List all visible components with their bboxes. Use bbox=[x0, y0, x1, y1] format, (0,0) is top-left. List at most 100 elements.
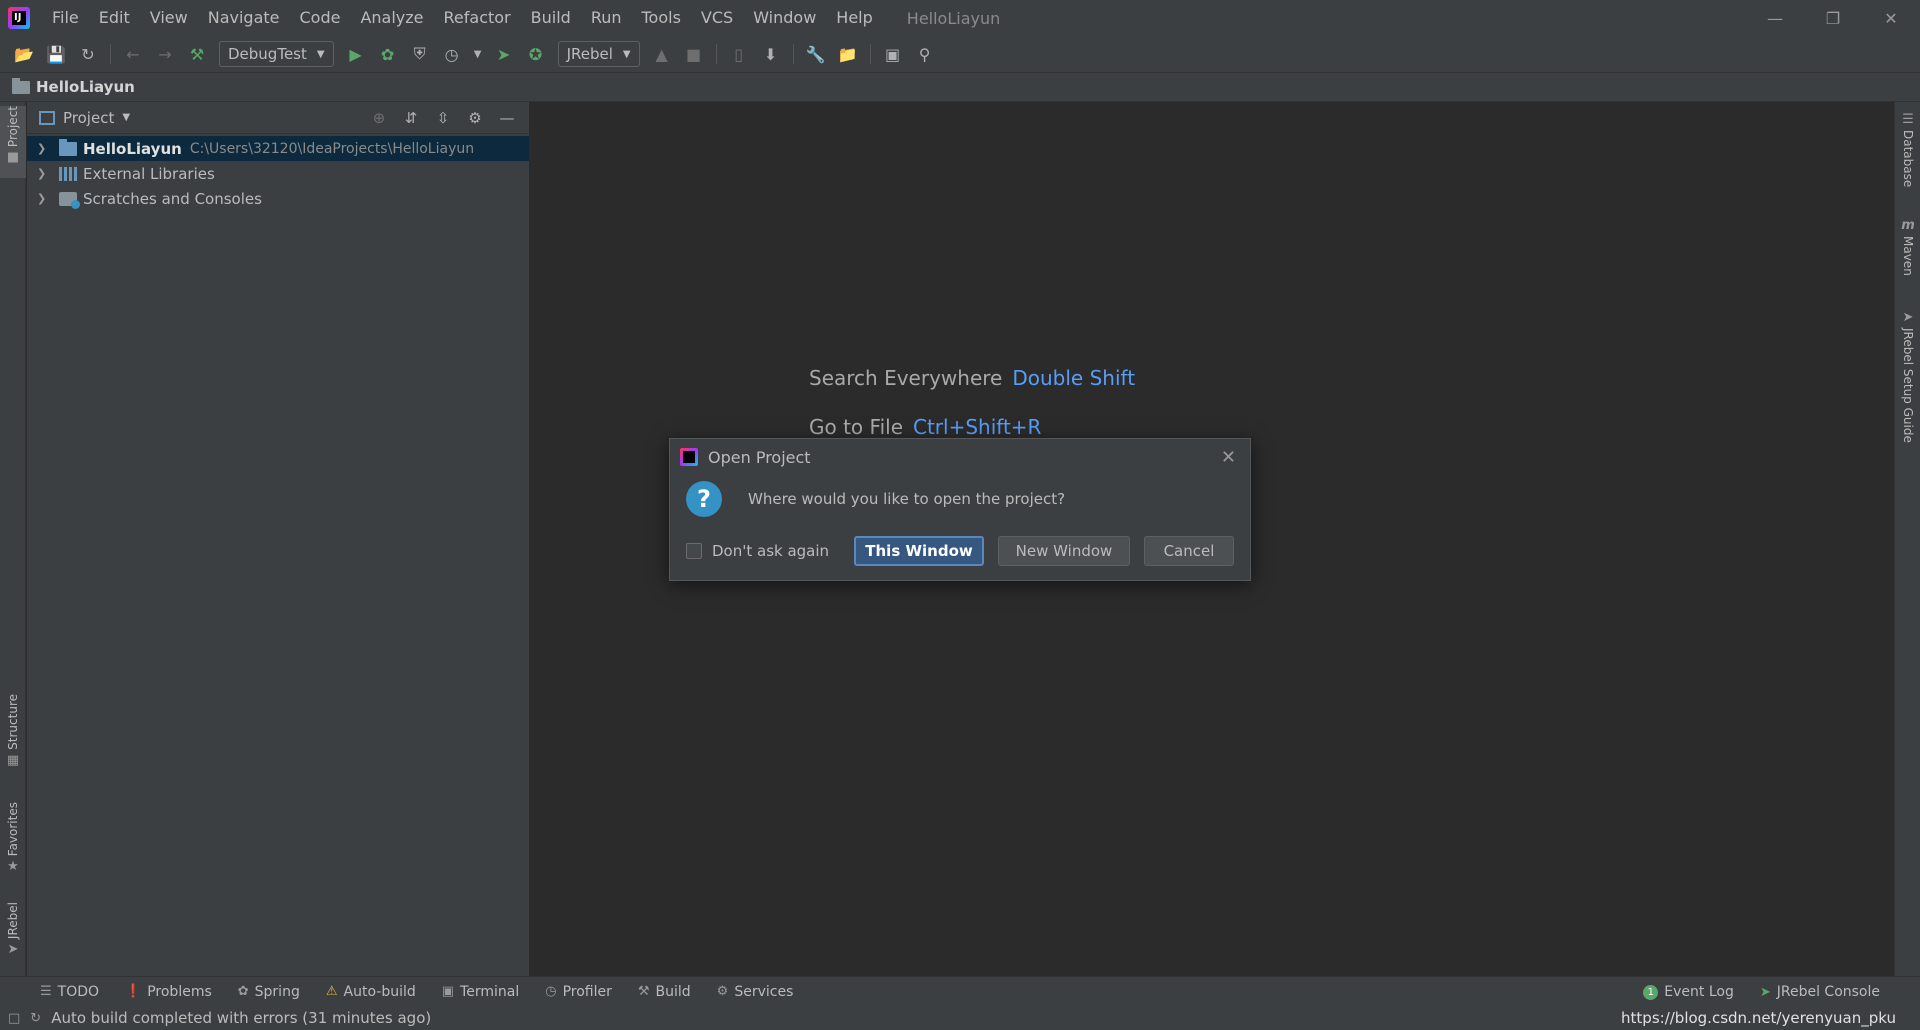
chevron-right-icon[interactable]: ❯ bbox=[37, 167, 51, 180]
tool-tab-terminal[interactable]: ▣ Terminal bbox=[442, 984, 519, 1000]
coverage-icon[interactable]: ⛨ bbox=[409, 43, 431, 65]
bottom-tool-bar: ☰ TODO ❗ Problems ✿ Spring ⚠ Auto-build ▣ Ter… bbox=[0, 976, 1920, 1006]
sdk-download-icon[interactable]: ⬇ bbox=[760, 43, 782, 65]
new-window-button[interactable]: New Window bbox=[998, 536, 1130, 566]
menu-run[interactable]: Run bbox=[581, 0, 632, 36]
tool-tab-favorites[interactable]: Favorites ★ bbox=[0, 802, 26, 882]
minimize-icon[interactable]: — bbox=[1746, 0, 1804, 36]
tool-tab-favorites-label: Favorites bbox=[6, 802, 20, 857]
gear-icon[interactable]: ⚙ bbox=[464, 107, 486, 129]
services-icon: ⚙ bbox=[716, 984, 729, 999]
tool-tab-maven-label: Maven bbox=[1901, 236, 1915, 276]
more-run-chevron-icon[interactable]: ▼ bbox=[473, 43, 483, 65]
presentation-icon[interactable]: ▣ bbox=[882, 43, 904, 65]
watermark-url: https://blog.csdn.net/yerenyuan_pku bbox=[1621, 1009, 1896, 1027]
hint-shortcut: Ctrl+Shift+R bbox=[913, 415, 1042, 439]
toggle-tool-windows-icon[interactable]: □ bbox=[8, 1011, 20, 1026]
tool-tab-todo[interactable]: ☰ TODO bbox=[40, 984, 99, 1000]
project-structure-icon[interactable]: 📁 bbox=[837, 43, 859, 65]
tool-tab-structure-label: Structure bbox=[6, 694, 20, 750]
open-folder-icon[interactable]: 📂 bbox=[13, 43, 35, 65]
tool-tab-services[interactable]: ⚙ Services bbox=[717, 984, 794, 1000]
project-panel-header: Project ▼ ⊕ ⇵ ⇳ ⚙ — bbox=[27, 102, 529, 134]
debug-bug-icon[interactable]: ✿ bbox=[377, 43, 399, 65]
menu-window[interactable]: Window bbox=[743, 0, 826, 36]
dont-ask-again-checkbox[interactable] bbox=[686, 543, 702, 559]
close-icon[interactable]: ✕ bbox=[1221, 447, 1236, 468]
tool-tab-build[interactable]: ⚒ Build bbox=[638, 984, 691, 1000]
tree-item-external-libraries[interactable]: ❯ External Libraries bbox=[27, 161, 529, 186]
tool-tab-label: JRebel Console bbox=[1776, 984, 1880, 1000]
intellij-logo-icon: IJ bbox=[8, 7, 30, 29]
menu-view[interactable]: View bbox=[140, 0, 198, 36]
forward-icon[interactable]: → bbox=[154, 43, 176, 65]
hint-go-to-file: Go to File Ctrl+Shift+R bbox=[809, 415, 1041, 439]
tree-item-project-root[interactable]: ❯ HelloLiayun C:\Users\32120\IdeaProject… bbox=[27, 136, 529, 161]
tool-tab-event-log[interactable]: 1 Event Log bbox=[1643, 984, 1734, 1000]
expand-all-icon[interactable]: ⇵ bbox=[400, 107, 422, 129]
progress-spinner-icon: ↻ bbox=[30, 1010, 42, 1026]
attach-icon[interactable]: ▲ bbox=[651, 43, 673, 65]
jrebel-debug-icon[interactable]: ✪ bbox=[525, 43, 547, 65]
star-icon: ★ bbox=[7, 859, 19, 875]
tool-tab-project[interactable]: Project ■ bbox=[0, 106, 26, 178]
sync-icon[interactable]: ↻ bbox=[77, 43, 99, 65]
jrebel-run-icon[interactable]: ➤ bbox=[493, 43, 515, 65]
jrebel-select[interactable]: JRebel ▼ bbox=[557, 41, 640, 67]
menu-edit[interactable]: Edit bbox=[89, 0, 140, 36]
device-icon[interactable]: ▯ bbox=[728, 43, 750, 65]
menu-refactor[interactable]: Refactor bbox=[434, 0, 521, 36]
run-icon[interactable]: ▶ bbox=[345, 43, 367, 65]
hint-shortcut: Double Shift bbox=[1012, 366, 1136, 390]
tool-tab-database[interactable]: ☰ Database bbox=[1895, 112, 1920, 202]
restore-icon[interactable]: ❐ bbox=[1804, 0, 1862, 36]
status-message[interactable]: Auto build completed with errors (31 min… bbox=[51, 1009, 431, 1027]
settings-wrench-icon[interactable]: 🔧 bbox=[805, 43, 827, 65]
chevron-down-icon[interactable]: ▼ bbox=[122, 112, 130, 123]
hint-label: Search Everywhere bbox=[809, 366, 1003, 390]
tool-tab-structure[interactable]: Structure ▦ bbox=[0, 694, 26, 774]
collapse-all-icon[interactable]: ⇳ bbox=[432, 107, 454, 129]
tree-item-scratches[interactable]: ❯ Scratches and Consoles bbox=[27, 186, 529, 211]
tool-tab-auto-build[interactable]: ⚠ Auto-build bbox=[326, 984, 416, 1000]
tool-tab-problems[interactable]: ❗ Problems bbox=[125, 984, 212, 1000]
tool-tab-maven[interactable]: m Maven bbox=[1895, 218, 1920, 288]
project-view-selector[interactable]: Project bbox=[63, 109, 114, 127]
menu-vcs[interactable]: VCS bbox=[691, 0, 743, 36]
search-icon[interactable]: ⚲ bbox=[914, 43, 936, 65]
tool-tab-profiler[interactable]: ◷ Profiler bbox=[545, 984, 612, 1000]
menu-tools[interactable]: Tools bbox=[632, 0, 691, 36]
jrebel-icon: ➤ bbox=[7, 942, 19, 958]
this-window-button[interactable]: This Window bbox=[854, 536, 984, 566]
run-config-select[interactable]: DebugTest ▼ bbox=[219, 41, 334, 67]
menu-file[interactable]: File bbox=[42, 0, 89, 36]
save-icon[interactable]: 💾 bbox=[45, 43, 67, 65]
tool-tab-jrebel-guide[interactable]: ➤ JRebel Setup Guide bbox=[1895, 310, 1920, 470]
chevron-right-icon[interactable]: ❯ bbox=[37, 142, 51, 155]
profile-icon[interactable]: ◷ bbox=[441, 43, 463, 65]
dont-ask-again-label[interactable]: Don't ask again bbox=[712, 542, 829, 560]
project-folder-icon: ■ bbox=[6, 150, 20, 166]
tool-tab-jrebel[interactable]: JRebel ➤ bbox=[0, 902, 26, 968]
hint-label: Go to File bbox=[809, 415, 903, 439]
menu-code[interactable]: Code bbox=[290, 0, 351, 36]
menu-help[interactable]: Help bbox=[826, 0, 882, 36]
cancel-button[interactable]: Cancel bbox=[1144, 536, 1234, 566]
breadcrumb-project[interactable]: HelloLiayun bbox=[36, 78, 135, 96]
menu-analyze[interactable]: Analyze bbox=[350, 0, 433, 36]
build-hammer-icon[interactable]: ⚒ bbox=[186, 43, 208, 65]
locate-file-icon[interactable]: ⊕ bbox=[368, 107, 390, 129]
chevron-right-icon[interactable]: ❯ bbox=[37, 192, 51, 205]
menu-build[interactable]: Build bbox=[521, 0, 581, 36]
breadcrumb: HelloLiayun bbox=[0, 72, 1920, 102]
left-tool-strip: Project ■ Structure ▦ Favorites ★ JRebel… bbox=[0, 102, 26, 976]
database-icon: ☰ bbox=[1902, 112, 1914, 127]
tool-tab-spring[interactable]: ✿ Spring bbox=[238, 984, 300, 1000]
back-icon[interactable]: ← bbox=[122, 43, 144, 65]
tool-tab-jrebel-console[interactable]: ➤ JRebel Console bbox=[1760, 984, 1880, 1000]
close-window-icon[interactable]: ✕ bbox=[1862, 0, 1920, 36]
menu-navigate[interactable]: Navigate bbox=[198, 0, 290, 36]
stop-icon[interactable]: ■ bbox=[683, 43, 705, 65]
hide-panel-icon[interactable]: — bbox=[496, 107, 518, 129]
toolbar-separator bbox=[792, 44, 794, 64]
